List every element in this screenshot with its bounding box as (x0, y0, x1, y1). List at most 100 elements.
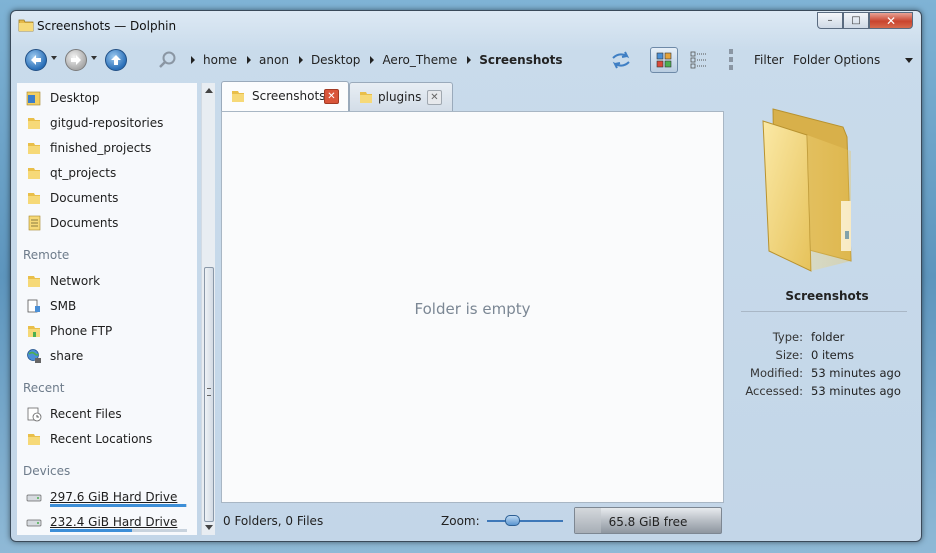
zoom-slider-track[interactable] (487, 520, 563, 522)
sidebar-item-label: SMB (50, 299, 77, 313)
sidebar-item-network[interactable]: Network (17, 270, 193, 292)
tab-close-icon[interactable]: ✕ (427, 90, 442, 105)
breadcrumb-desktop[interactable]: Desktop (311, 53, 361, 67)
recent-files-icon (27, 407, 42, 422)
minimize-button[interactable]: – (817, 12, 843, 29)
sidebar-item-recent-files[interactable]: Recent Files (17, 403, 193, 425)
breadcrumb-separator-icon[interactable] (247, 56, 252, 64)
sidebar-item-label: Phone FTP (50, 324, 113, 338)
sidebar-item-label: gitgud-repositories (50, 116, 164, 130)
sidebar-item-gitgud-repositories[interactable]: gitgud-repositories (17, 112, 193, 134)
sidebar-item-qt-projects[interactable]: qt_projects (17, 162, 193, 184)
breadcrumb-aero-theme[interactable]: Aero_Theme (382, 53, 457, 67)
forward-button[interactable] (65, 49, 87, 71)
sidebar-item-share[interactable]: share (17, 345, 193, 367)
network-globe-icon (27, 349, 41, 363)
toolbar: home anon Desktop Aero_Theme Screenshots (17, 43, 915, 75)
folder-icon (28, 434, 40, 445)
close-button[interactable]: ✕ (869, 12, 913, 29)
folder-icon (28, 276, 40, 287)
title-bar[interactable]: Screenshots — Dolphin – □ ✕ (11, 11, 921, 39)
forward-history-dropdown[interactable] (91, 56, 97, 60)
info-value: 0 items (811, 348, 854, 362)
info-value: 53 minutes ago (811, 366, 901, 380)
sidebar-item-documents[interactable]: Documents (17, 187, 193, 209)
info-panel-title: Screenshots (785, 289, 869, 303)
free-space-indicator[interactable]: 65.8 GiB free (574, 507, 722, 534)
details-view-button[interactable] (686, 47, 714, 73)
up-button[interactable] (105, 49, 127, 71)
info-value: folder (811, 330, 845, 344)
breadcrumb-separator-icon[interactable] (298, 56, 303, 64)
toolbar-menu-chevron-down-icon[interactable] (905, 58, 913, 63)
tab-plugins[interactable]: plugins ✕ (349, 82, 453, 111)
sidebar-item-label: Recent Locations (50, 432, 153, 446)
info-key: Type: (772, 330, 803, 344)
sidebar-item-smb[interactable]: SMB (17, 295, 193, 317)
tab-screenshots[interactable]: Screenshots ✕ (221, 81, 349, 111)
tab-label: Screenshots (252, 89, 326, 103)
sidebar-item-desktop[interactable]: Desktop (17, 87, 193, 109)
info-key: Size: (775, 348, 803, 362)
breadcrumb: home anon Desktop Aero_Theme Screenshots (191, 51, 573, 69)
sidebar-item-phone-ftp[interactable]: Phone FTP (17, 320, 193, 342)
folder-icon (360, 92, 372, 103)
hard-drive-icon (26, 494, 42, 502)
network-share-icon (27, 299, 40, 313)
places-panel: Desktop gitgud-repositories finished_pro… (17, 83, 197, 535)
drive-usage-bar (50, 504, 187, 507)
window-controls: – □ ✕ (817, 12, 913, 29)
zoom-label: Zoom: (441, 514, 480, 528)
folder-icon (232, 91, 244, 102)
sidebar-item-documents-2[interactable]: Documents (17, 212, 193, 234)
section-header-remote: Remote (23, 248, 70, 262)
sidebar-item-label: Network (50, 274, 101, 288)
file-view[interactable]: Folder is empty (221, 111, 724, 503)
back-button[interactable] (25, 49, 47, 71)
drive-usage-bar (50, 529, 187, 532)
breadcrumb-anon[interactable]: anon (259, 53, 289, 67)
status-bar: 0 Folders, 0 Files Zoom: 65.8 GiB free (221, 507, 727, 535)
filter-button[interactable]: Filter (754, 53, 784, 67)
scrollbar-thumb[interactable] (204, 267, 214, 522)
breadcrumb-separator-icon[interactable] (467, 56, 472, 64)
sidebar-item-label: Documents (50, 191, 119, 205)
info-key: Accessed: (745, 384, 803, 398)
free-space-text: 65.8 GiB free (608, 515, 688, 529)
tab-close-icon[interactable]: ✕ (324, 89, 339, 104)
icons-view-icon (656, 52, 672, 68)
folder-app-icon (18, 19, 34, 32)
scroll-down-arrow-icon[interactable] (205, 525, 213, 530)
breadcrumb-separator-icon[interactable] (191, 56, 195, 64)
sidebar-item-label: Documents (50, 216, 119, 230)
sidebar-item-label: share (50, 349, 84, 363)
folder-options-button[interactable]: Folder Options (793, 53, 880, 67)
breadcrumb-home[interactable]: home (203, 53, 237, 67)
maximize-button[interactable]: □ (843, 12, 869, 29)
section-header-devices: Devices (23, 464, 71, 478)
breadcrumb-separator-icon[interactable] (370, 56, 375, 64)
scroll-up-arrow-icon[interactable] (205, 88, 213, 93)
scrollbar-grip-icon (207, 388, 211, 396)
desktop-folder-icon (26, 91, 41, 106)
sidebar-item-recent-locations[interactable]: Recent Locations (17, 428, 193, 450)
sidebar-item-finished-projects[interactable]: finished_projects (17, 137, 193, 159)
split-view-icon[interactable] (609, 50, 633, 70)
toolbar-separator (729, 49, 733, 70)
info-row-accessed: Accessed: 53 minutes ago (739, 384, 915, 402)
folder-icon (28, 118, 40, 129)
section-header-recent: Recent (23, 381, 65, 395)
zoom-slider-handle[interactable] (505, 515, 521, 526)
info-row-size: Size: 0 items (739, 348, 915, 366)
folder-icon (28, 193, 40, 204)
sidebar-item-label: qt_projects (50, 166, 117, 180)
back-history-dropdown[interactable] (51, 56, 57, 60)
icons-view-button[interactable] (650, 47, 678, 73)
search-icon[interactable] (158, 50, 178, 70)
sidebar-item-label: 232.4 GiB Hard Drive (50, 515, 178, 529)
arrow-right-icon (71, 55, 81, 65)
places-scrollbar[interactable] (201, 83, 215, 535)
large-folder-icon (762, 108, 852, 272)
sidebar-item-label: 297.6 GiB Hard Drive (50, 490, 178, 504)
breadcrumb-screenshots[interactable]: Screenshots (479, 53, 562, 67)
